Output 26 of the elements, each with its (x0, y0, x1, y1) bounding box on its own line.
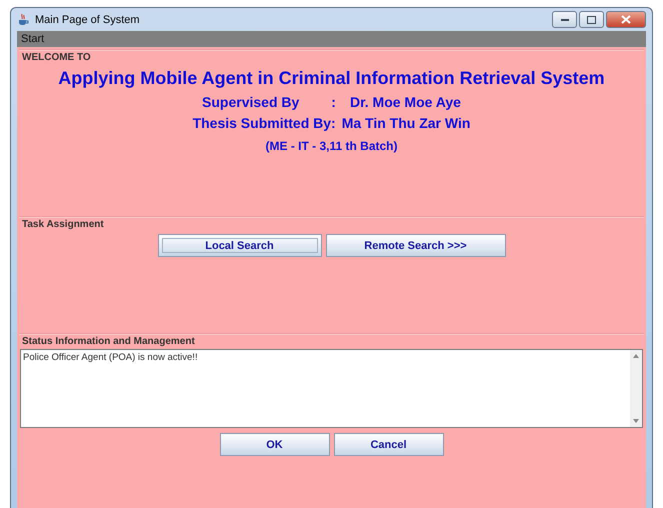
search-button[interactable]: Local Search (158, 234, 322, 257)
scroll-down-icon (633, 419, 639, 423)
separator: : (331, 94, 336, 110)
maximize-button[interactable] (579, 11, 604, 28)
window-title: Main Page of System (35, 14, 141, 26)
section-title: Status Information and Management (21, 335, 196, 349)
section-title: WELCOME TO (21, 51, 92, 65)
java-cup-icon (17, 13, 30, 26)
section-title: Task Assignment (21, 218, 105, 232)
minimize-button[interactable] (552, 11, 577, 28)
search-button[interactable]: Remote Search >>> (326, 234, 506, 257)
dialog-button[interactable]: OK (220, 433, 330, 456)
close-icon (621, 15, 631, 24)
maximize-icon (587, 16, 596, 24)
system-heading: Applying Mobile Agent in Criminal Information Retrieval System (57, 68, 606, 89)
scroll-up-icon (633, 354, 639, 358)
thesis-label: Thesis Submitted By: (192, 115, 336, 131)
minimize-icon (560, 18, 568, 21)
log-text: Police Officer Agent (POA) is now active!! (22, 351, 199, 365)
dialog-button[interactable]: Cancel (334, 433, 444, 456)
supervisor-label: Supervised By (202, 94, 300, 110)
author-name: Ma Tin Thu Zar Win (342, 115, 470, 131)
supervisor-name: Dr. Moe Moe Aye (350, 94, 461, 110)
close-button[interactable] (606, 11, 646, 28)
batch-text: (ME - IT - 3,11 th Batch) (264, 139, 398, 153)
menu-item[interactable]: Start (21, 33, 44, 45)
